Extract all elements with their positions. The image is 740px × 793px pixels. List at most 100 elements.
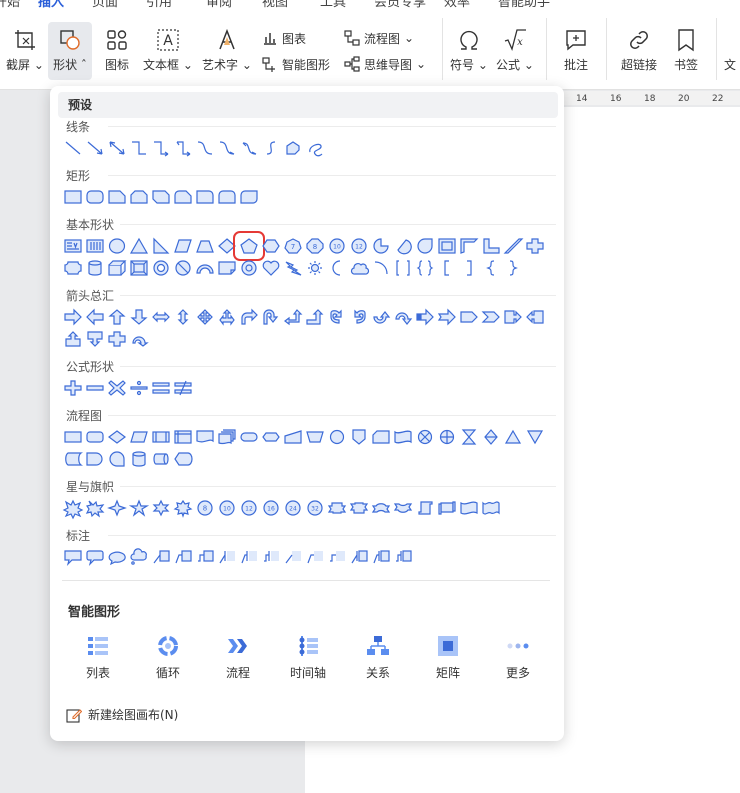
round-same-side-rectangle-shape[interactable] [216,187,238,207]
elbow-connector-shape[interactable] [128,138,150,158]
comment-button[interactable]: 批注 [556,26,596,78]
arc-shape[interactable] [370,258,392,278]
vertical-scroll-shape[interactable] [414,498,436,518]
tab-review[interactable]: 审阅 [206,0,232,8]
round-corner-rectangle-shape[interactable] [194,187,216,207]
textbox-shape[interactable] [62,236,84,256]
flowchart-button[interactable]: 流程图 ⌄ [344,27,414,49]
flowchart-document-shape[interactable] [194,427,216,447]
heptagon-shape[interactable]: 7 [282,236,304,256]
flowchart-manual-input-shape[interactable] [282,427,304,447]
flowchart-collate-shape[interactable] [458,427,480,447]
smartart-button[interactable]: 智能图形 [262,53,330,75]
flowchart-decision-shape[interactable] [106,427,128,447]
freeform-shape[interactable] [282,138,304,158]
parallelogram-shape[interactable] [172,236,194,256]
line-callout-3-no-border-shape[interactable] [326,547,348,567]
hexagon-shape[interactable] [260,236,282,256]
heart-shape[interactable] [260,258,282,278]
striped-right-arrow-shape[interactable] [414,307,436,327]
cross-shape[interactable] [524,236,546,256]
curved-arrow-connector-shape[interactable] [216,138,238,158]
snip-same-side-rectangle-shape[interactable] [128,187,150,207]
star-5-shape[interactable] [128,498,150,518]
u-turn-arrow-shape[interactable] [260,307,282,327]
line-callout-1-accent-shape[interactable] [216,547,238,567]
flowchart-or-shape[interactable] [436,427,458,447]
rectangle-shape[interactable] [62,187,84,207]
tab-start[interactable]: 开始 [0,0,20,8]
line-callout-3-shape[interactable] [194,547,216,567]
smart-cycle-button[interactable]: 循环 [138,634,198,681]
line-callout-1-border-accent-shape[interactable] [348,547,370,567]
flowchart-predefined-process-shape[interactable] [150,427,172,447]
flowchart-stored-data-shape[interactable] [62,449,84,469]
flowchart-summing-junction-shape[interactable] [414,427,436,447]
flowchart-manual-operation-shape[interactable] [304,427,326,447]
l-shape[interactable] [480,236,502,256]
snip-corner-rectangle-shape[interactable] [106,187,128,207]
teardrop-shape[interactable] [414,236,436,256]
hyperlink-button[interactable]: 超链接 [614,26,664,78]
tab-efficiency[interactable]: 效率 [444,0,470,8]
star-10-shape[interactable]: 10 [216,498,238,518]
no-symbol-shape[interactable] [172,258,194,278]
flowchart-display-shape[interactable] [172,449,194,469]
wordart-button[interactable]: 艺术字 ⌄ [200,26,254,78]
tab-member[interactable]: 会员专享 [374,0,426,8]
left-right-arrow-shape[interactable] [150,307,172,327]
plaque-shape[interactable] [62,258,84,278]
smart-matrix-button[interactable]: 矩阵 [418,634,478,681]
star-32-shape[interactable]: 32 [304,498,326,518]
pentagon-arrow-shape[interactable] [458,307,480,327]
snip-round-rectangle-shape[interactable] [172,187,194,207]
bent-up-arrow-shape[interactable] [304,307,326,327]
quad-arrow-shape[interactable] [194,307,216,327]
left-bracket-shape[interactable] [436,258,458,278]
tab-view[interactable]: 视图 [262,0,288,8]
frame-shape[interactable] [436,236,458,256]
smart-more-button[interactable]: 更多 [488,634,548,681]
flowchart-internal-storage-shape[interactable] [172,427,194,447]
new-drawing-canvas-button[interactable]: 新建绘图画布(N) [66,706,178,723]
tab-page[interactable]: 页面 [92,0,118,8]
equal-shape[interactable] [150,378,172,398]
chevron-shape[interactable] [480,307,502,327]
decagon-shape[interactable]: 10 [326,236,348,256]
line-callout-1-no-border-shape[interactable] [282,547,304,567]
smart-relation-button[interactable]: 关系 [348,634,408,681]
flowchart-sequential-access-shape[interactable] [106,449,128,469]
half-frame-shape[interactable] [458,236,480,256]
curved-up-ribbon-shape[interactable] [370,498,392,518]
curved-connector-shape[interactable] [194,138,216,158]
elbow-arrow-connector-shape[interactable] [150,138,172,158]
chord-shape[interactable] [392,236,414,256]
star-16-shape[interactable]: 16 [260,498,282,518]
bent-arrow-shape[interactable] [238,307,260,327]
folded-corner-shape[interactable] [216,258,238,278]
screenshot-button[interactable]: 截屏 ⌄ [4,26,46,78]
smiley-face-shape[interactable] [238,258,260,278]
flowchart-merge-shape[interactable] [524,427,546,447]
double-brace-shape[interactable] [414,258,436,278]
flowchart-connector-shape[interactable] [326,427,348,447]
text-button-cut[interactable]: 文 [724,56,740,76]
right-triangle-shape[interactable] [150,236,172,256]
flowchart-delay-shape[interactable] [84,449,106,469]
line-callout-3-border-accent-shape[interactable] [392,547,414,567]
up-ribbon-shape[interactable] [326,498,348,518]
curved-down-arrow-shape[interactable] [392,307,414,327]
right-brace-shape[interactable] [502,258,524,278]
up-arrow-callout-shape[interactable] [62,329,84,349]
block-arc-shape[interactable] [194,258,216,278]
minus-shape[interactable] [84,378,106,398]
flowchart-punched-tape-shape[interactable] [392,427,414,447]
flowchart-alternate-process-shape[interactable] [84,427,106,447]
flowchart-process-shape[interactable] [62,427,84,447]
multiply-shape[interactable] [106,378,128,398]
line-callout-2-accent-shape[interactable] [238,547,260,567]
pentagon-shape[interactable] [233,231,265,261]
smart-process-button[interactable]: 流程 [208,634,268,681]
flowchart-sort-shape[interactable] [480,427,502,447]
icons-button[interactable]: 图标 [96,26,138,78]
